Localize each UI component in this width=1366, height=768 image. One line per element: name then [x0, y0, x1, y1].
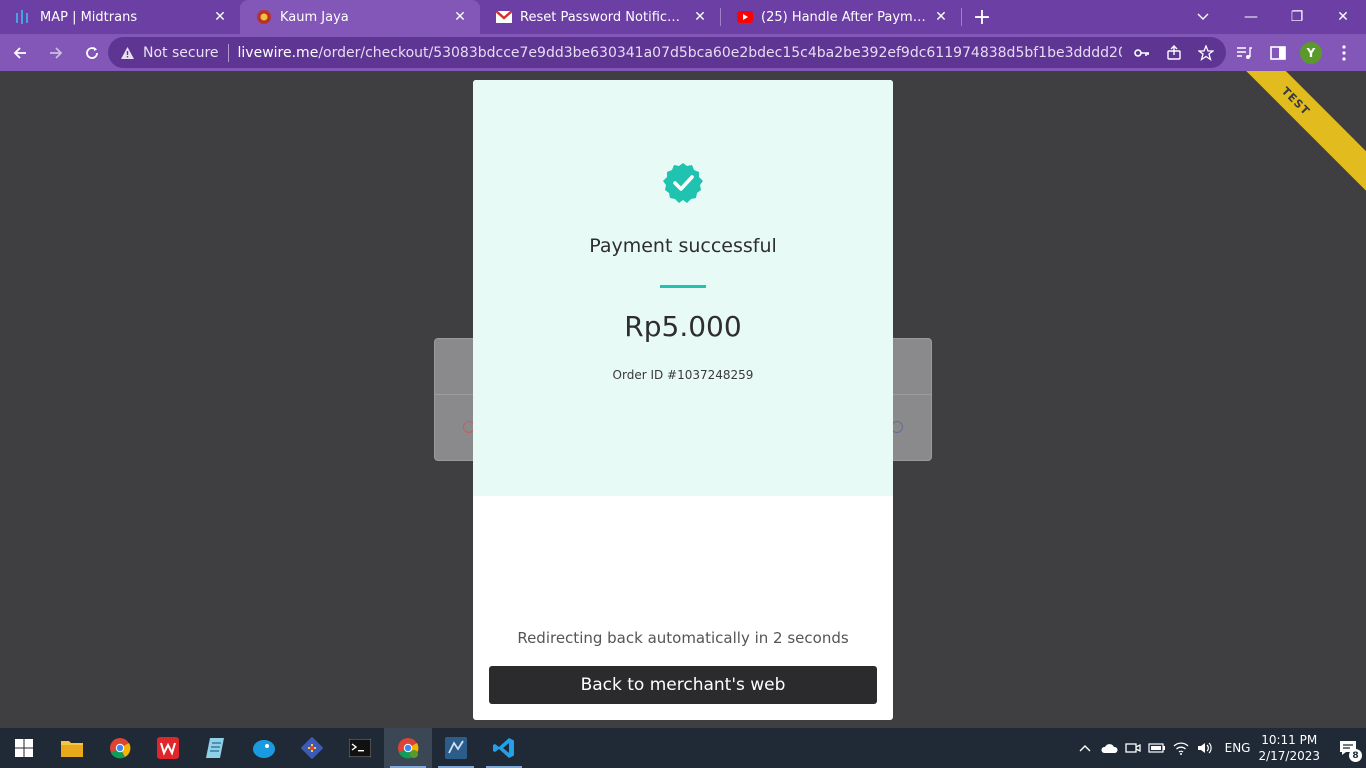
kaum-jaya-icon — [256, 9, 272, 25]
page-viewport: TEST Payment successful Rp5.000 Order ID… — [0, 71, 1366, 728]
tab-gmail[interactable]: Reset Password Notification - joh ✕ — [480, 0, 720, 34]
system-tray: ENG 10:11 PM 2/17/2023 8 — [1073, 728, 1366, 768]
notification-count-badge: 8 — [1349, 749, 1362, 762]
close-icon[interactable]: ✕ — [212, 9, 228, 25]
address-divider — [227, 43, 229, 62]
notification-center-icon[interactable]: 8 — [1330, 728, 1366, 768]
file-explorer-icon[interactable] — [48, 728, 96, 768]
payment-status-title: Payment successful — [589, 235, 777, 257]
language-indicator[interactable]: ENG — [1225, 741, 1251, 755]
toolbar-right-actions: Y — [1232, 34, 1356, 71]
tab-kaum-jaya[interactable]: Kaum Jaya ✕ — [240, 0, 480, 34]
test-mode-ribbon: TEST — [1194, 71, 1366, 203]
vscode-icon[interactable] — [480, 728, 528, 768]
tab-label: (25) Handle After Payment | Integ — [761, 9, 927, 25]
meet-now-icon[interactable] — [1121, 728, 1145, 768]
url-text[interactable]: livewire.me/order/checkout/53083bdcce7e9… — [238, 45, 1122, 61]
url-host: livewire.me — [237, 44, 319, 61]
address-bar[interactable]: Not secure livewire.me/order/checkout/53… — [108, 37, 1226, 68]
payment-result-modal: Payment successful Rp5.000 Order ID #103… — [473, 80, 893, 720]
side-panel-icon[interactable] — [1266, 41, 1290, 65]
key-icon[interactable] — [1132, 43, 1152, 63]
reload-button[interactable] — [76, 37, 108, 69]
tab-label: Reset Password Notification - joh — [520, 9, 686, 25]
midtrans-icon — [16, 9, 32, 25]
browser-tab-strip: MAP | Midtrans ✕ Kaum Jaya ✕ Reset Passw… — [0, 0, 1366, 34]
tab-midtrans[interactable]: MAP | Midtrans ✕ — [0, 0, 240, 34]
window-controls: — ❐ ✕ — [1228, 0, 1366, 34]
system-clock[interactable]: 10:11 PM 2/17/2023 — [1258, 732, 1320, 764]
security-label: Not secure — [143, 44, 219, 61]
clock-time: 10:11 PM — [1261, 733, 1318, 747]
battery-icon[interactable] — [1145, 728, 1169, 768]
payment-summary-panel: Payment successful Rp5.000 Order ID #103… — [473, 80, 893, 496]
close-window-button[interactable]: ✕ — [1320, 0, 1366, 34]
chrome-profile-icon[interactable] — [384, 728, 432, 768]
warning-icon — [120, 46, 135, 60]
app-bird-icon[interactable] — [240, 728, 288, 768]
windows-taskbar: ENG 10:11 PM 2/17/2023 8 — [0, 728, 1366, 768]
show-hidden-icons-chevron-icon[interactable] — [1073, 728, 1097, 768]
forward-button[interactable] — [40, 37, 72, 69]
back-to-merchant-button[interactable]: Back to merchant's web — [489, 666, 877, 704]
share-icon[interactable] — [1164, 43, 1184, 63]
windows-start-icon[interactable] — [0, 728, 48, 768]
youtube-icon — [737, 9, 753, 25]
close-icon[interactable]: ✕ — [933, 9, 949, 25]
notepad-icon[interactable] — [192, 728, 240, 768]
volume-icon[interactable] — [1193, 728, 1217, 768]
wps-office-icon[interactable] — [144, 728, 192, 768]
gmail-icon — [496, 9, 512, 25]
profile-avatar[interactable]: Y — [1300, 41, 1322, 64]
redirect-countdown-text: Redirecting back automatically in 2 seco… — [517, 629, 849, 647]
tab-label: Kaum Jaya — [280, 9, 349, 25]
onedrive-cloud-icon[interactable] — [1097, 728, 1121, 768]
close-icon[interactable]: ✕ — [452, 9, 468, 25]
restore-button[interactable]: ❐ — [1274, 0, 1320, 34]
minimize-button[interactable]: — — [1228, 0, 1274, 34]
verified-check-icon — [663, 163, 703, 203]
wifi-icon[interactable] — [1169, 728, 1193, 768]
back-button[interactable] — [4, 37, 36, 69]
accent-divider — [660, 285, 706, 288]
tab-youtube[interactable]: (25) Handle After Payment | Integ ✕ — [721, 0, 961, 34]
clock-date: 2/17/2023 — [1258, 749, 1320, 763]
terminal-icon[interactable] — [336, 728, 384, 768]
tab-search-chevron-icon[interactable] — [1188, 0, 1218, 34]
tab-label: MAP | Midtrans — [40, 9, 138, 25]
url-path: /order/checkout/53083bdcce7e9dd3be630341… — [318, 44, 1122, 61]
new-tab-button[interactable]: + — [962, 0, 1002, 34]
menu-kebab-icon[interactable] — [1332, 41, 1356, 65]
order-id: Order ID #1037248259 — [612, 368, 754, 382]
mysql-workbench-icon[interactable] — [432, 728, 480, 768]
browser-toolbar: Not secure livewire.me/order/checkout/53… — [0, 34, 1366, 71]
address-bar-actions — [1132, 43, 1216, 63]
media-controls-icon[interactable] — [1232, 41, 1256, 65]
chrome-icon[interactable] — [96, 728, 144, 768]
payment-amount: Rp5.000 — [624, 310, 742, 343]
bookmark-star-icon[interactable] — [1196, 43, 1216, 63]
close-icon[interactable]: ✕ — [692, 9, 708, 25]
git-icon[interactable] — [288, 728, 336, 768]
